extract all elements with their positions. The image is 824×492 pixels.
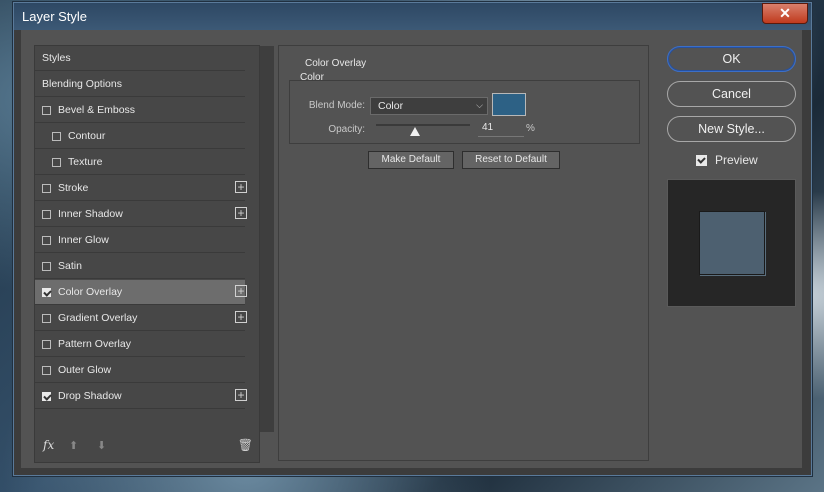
style-checkbox[interactable] [42,235,51,245]
dialog-body: Styles Blending Options Bevel & Emboss Cont… [21,30,802,468]
style-item-label: Contour [68,130,106,142]
style-item-color-overlay[interactable]: Color Overlay + [35,280,247,305]
style-item-label: Outer Glow [58,364,112,376]
style-item-gradient-overlay[interactable]: Gradient Overlay + [35,306,247,331]
new-style-button[interactable]: New Style... [667,116,796,142]
add-instance-icon[interactable]: + [235,181,247,193]
style-item-inner-glow[interactable]: Inner Glow [35,228,245,253]
styles-list-panel: Styles Blending Options Bevel & Emboss Cont… [34,45,274,463]
style-item-contour[interactable]: Contour [35,124,245,149]
style-item-texture[interactable]: Texture [35,150,245,175]
trash-icon[interactable]: 🗑 [238,438,253,452]
style-item-label: Color Overlay [58,286,123,298]
style-item-stroke[interactable]: Stroke + [35,176,247,201]
style-item-label: Drop Shadow [58,390,122,402]
style-checkbox[interactable] [42,287,51,297]
style-checkbox[interactable] [42,339,51,349]
style-checkbox[interactable] [42,313,51,323]
opacity-label: Opacity: [328,124,365,135]
move-down-icon[interactable]: ⬇ [97,439,106,452]
styles-scrollbar[interactable] [260,46,274,432]
opacity-unit: % [526,123,535,134]
add-instance-icon[interactable]: + [235,389,247,401]
style-item-label: Stroke [58,182,89,194]
make-default-button[interactable]: Make Default [368,151,454,169]
style-checkbox[interactable] [42,391,51,401]
color-overlay-group: Color Overlay Color Blend Mode: Color ⌵ … [278,45,649,461]
style-item-label: Satin [58,260,82,272]
style-item-label: Gradient Overlay [58,312,138,324]
style-item-label: Styles [42,52,71,64]
style-checkbox[interactable] [42,183,51,193]
style-item-label: Pattern Overlay [58,338,131,350]
style-item-pattern-overlay[interactable]: Pattern Overlay [35,332,245,357]
style-checkbox[interactable] [42,209,51,219]
style-item-inner-shadow[interactable]: Inner Shadow + [35,202,247,227]
close-button[interactable]: ✕ [762,3,808,24]
window-title: Layer Style [22,9,88,24]
preview-thumbnail [667,179,796,307]
move-up-icon[interactable]: ⬆ [69,439,78,452]
add-instance-icon[interactable]: + [235,311,247,323]
style-item-label: Inner Shadow [58,208,123,220]
style-checkbox[interactable] [52,131,61,141]
fx-add-effect-icon[interactable]: fx [43,438,54,452]
add-instance-icon[interactable]: + [235,285,247,297]
opacity-slider-thumb[interactable] [409,127,420,136]
style-item-satin[interactable]: Satin [35,254,245,279]
style-item-label: Bevel & Emboss [58,104,136,116]
style-checkbox[interactable] [42,261,51,271]
preview-toggle[interactable]: Preview [696,153,758,167]
style-checkbox[interactable] [42,365,51,375]
style-item-styles[interactable]: Styles [35,46,245,71]
chevron-down-icon: ⌵ [476,100,483,110]
ok-button[interactable]: OK [667,46,796,72]
cancel-button[interactable]: Cancel [667,81,796,107]
style-checkbox[interactable] [42,105,51,115]
opacity-input[interactable]: 41 [478,122,524,137]
add-instance-icon[interactable]: + [235,207,247,219]
layer-style-dialog: Layer Style ✕ Styles Blending Options Beve… [13,2,812,476]
style-item-bevel-emboss[interactable]: Bevel & Emboss [35,98,245,123]
group-title: Color Overlay [303,58,369,69]
preview-swatch [699,211,765,275]
preview-label: Preview [715,153,758,167]
style-item-label: Blending Options [42,78,122,90]
blend-mode-label: Blend Mode: [308,100,365,111]
blend-mode-value: Color [378,100,404,112]
preview-checkbox[interactable] [696,154,707,166]
title-bar[interactable] [14,3,811,30]
style-item-label: Texture [68,156,103,168]
overlay-color-swatch[interactable] [492,93,526,116]
opacity-slider-track[interactable] [376,124,470,126]
styles-footer: fx ⬆ ⬇ 🗑 [35,432,259,462]
style-item-drop-shadow[interactable]: Drop Shadow + [35,384,247,409]
style-item-outer-glow[interactable]: Outer Glow [35,358,245,383]
blend-mode-select[interactable]: Color ⌵ [370,97,488,115]
style-checkbox[interactable] [52,157,61,167]
style-item-label: Inner Glow [58,234,109,246]
style-item-blending-options[interactable]: Blending Options [35,72,245,97]
reset-to-default-button[interactable]: Reset to Default [462,151,560,169]
